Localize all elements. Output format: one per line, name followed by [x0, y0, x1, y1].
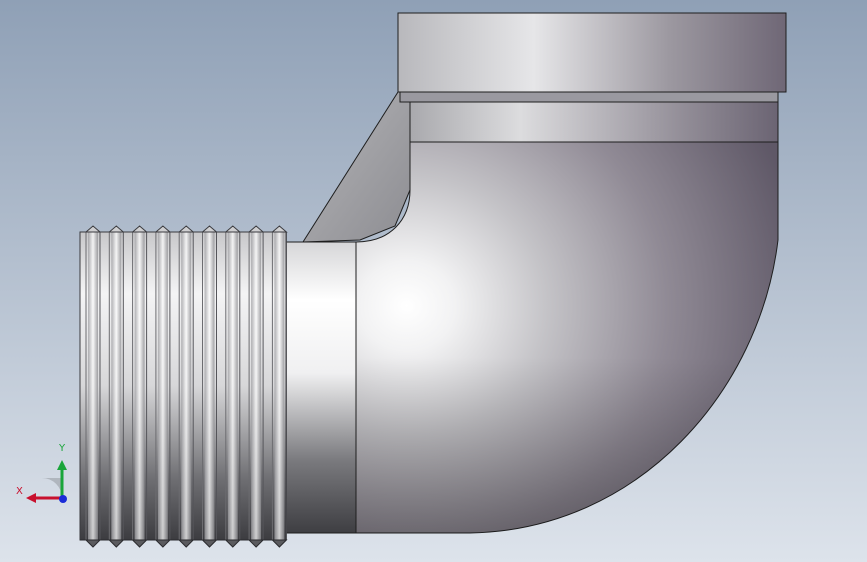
thread-flank	[88, 232, 98, 540]
male-thread	[80, 232, 287, 540]
thread-flank	[204, 232, 215, 540]
thread-flank	[227, 232, 238, 540]
thread-flank	[111, 232, 122, 540]
coordinate-triad: X Y	[14, 440, 74, 510]
x-axis-arrow	[26, 493, 36, 503]
thread-flank	[134, 232, 145, 540]
z-axis-dot	[59, 495, 67, 503]
thread-flank	[274, 232, 285, 540]
y-axis-label: Y	[59, 443, 66, 454]
graphics-viewport[interactable]: X Y	[0, 0, 867, 562]
3d-model-view[interactable]	[0, 0, 867, 562]
female-socket	[397, 12, 787, 93]
thread-flank	[181, 232, 192, 540]
thread-flank	[157, 232, 168, 540]
thread-flank	[251, 232, 262, 540]
y-axis-arrow	[57, 460, 67, 470]
x-axis-label: X	[16, 486, 23, 497]
male-hub	[285, 241, 357, 534]
socket-groove	[399, 91, 779, 103]
socket-neck-ring	[409, 101, 779, 143]
